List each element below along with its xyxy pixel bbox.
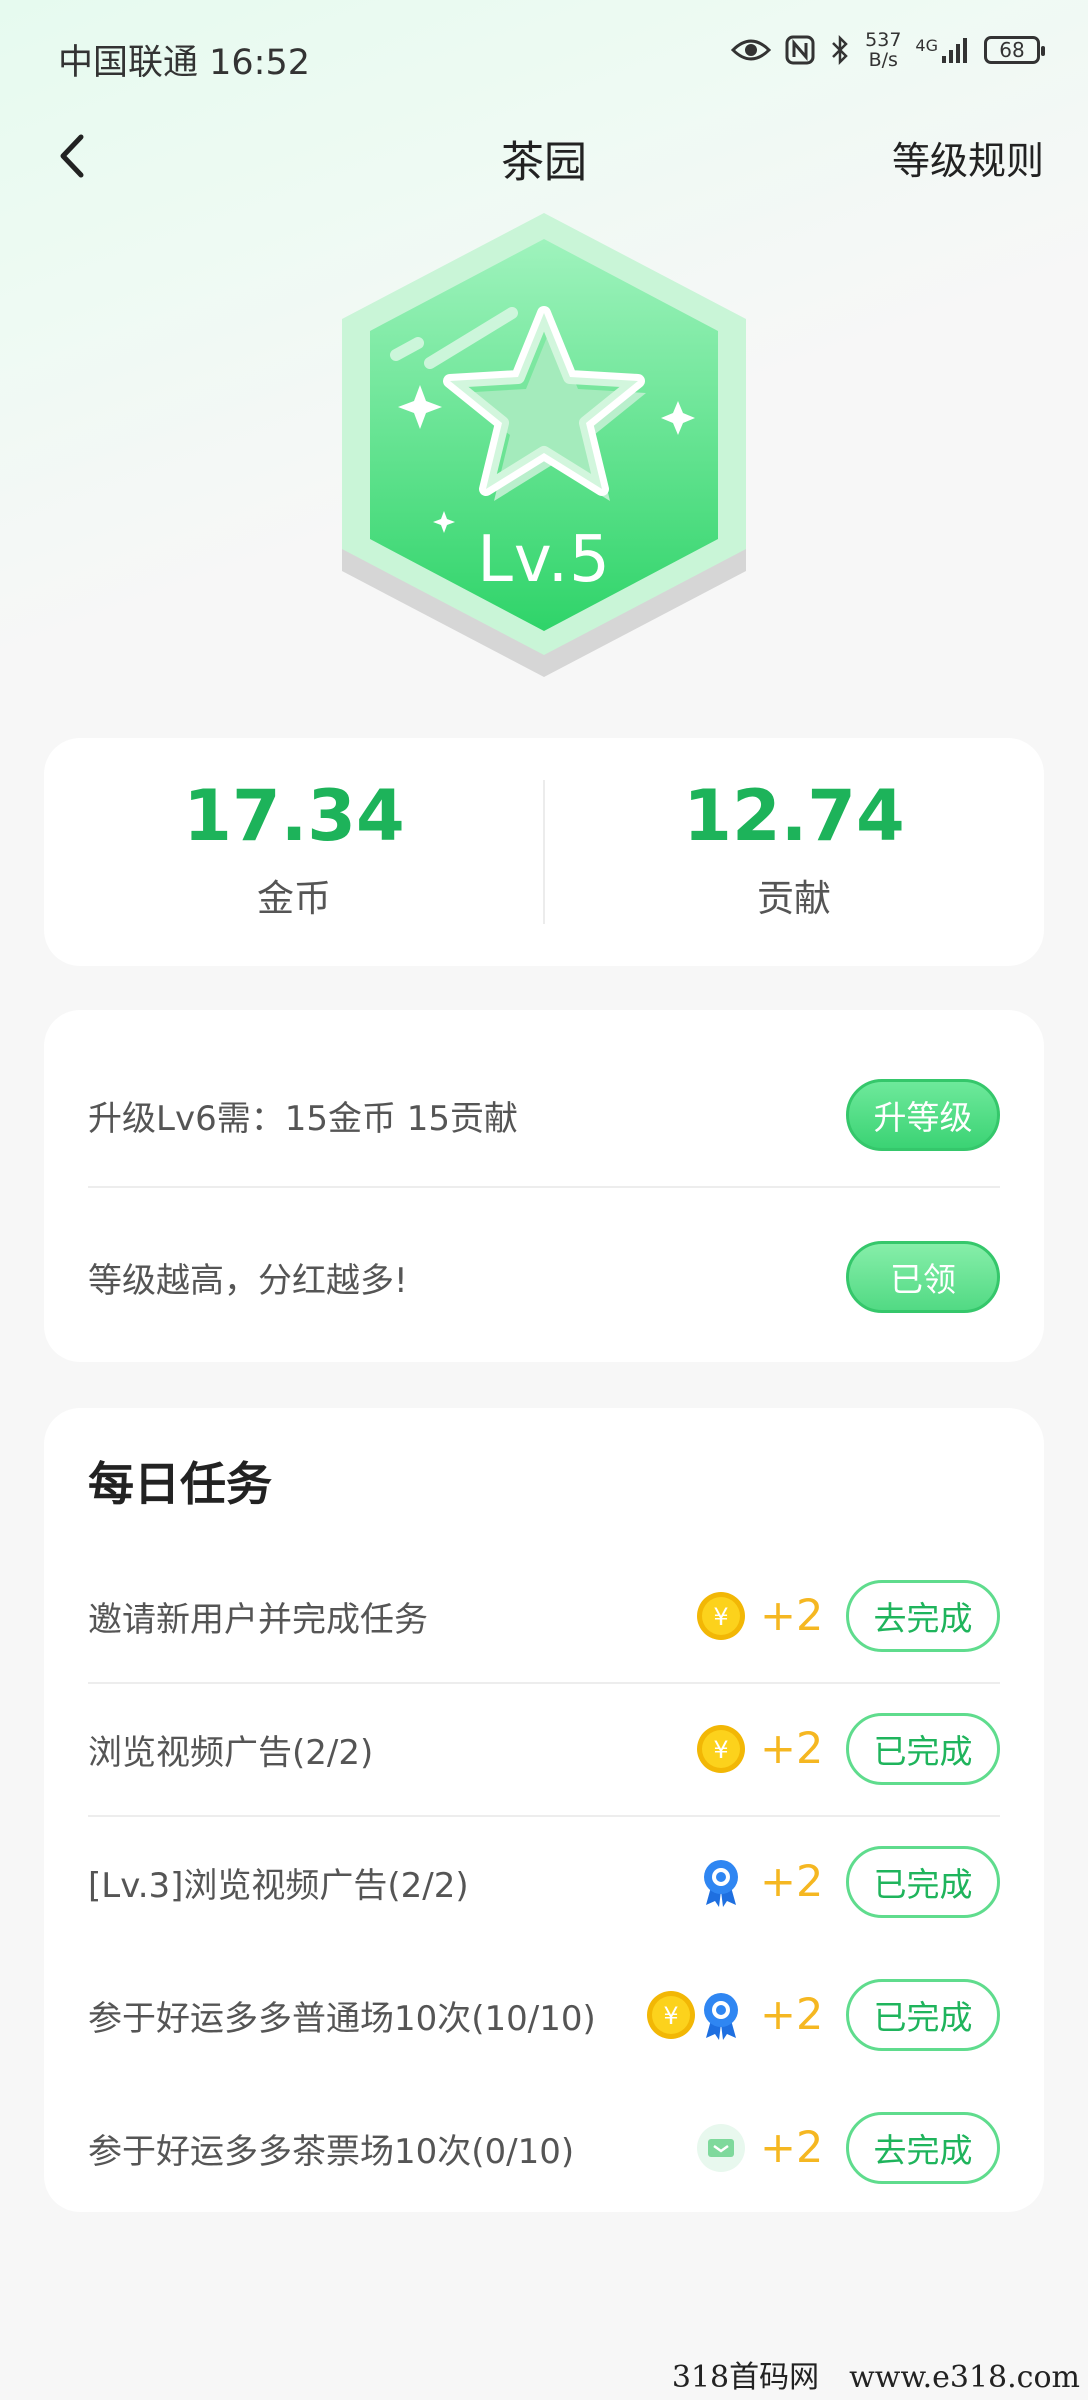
status-icons: 537 B/s 4G 68 bbox=[731, 30, 1045, 70]
bluetooth-icon bbox=[829, 34, 851, 66]
task-name: 浏览视频广告(2/2) bbox=[88, 1732, 374, 1773]
reward-amount: +2 bbox=[760, 1857, 824, 1907]
task-name: [Lv.3]浏览视频广告(2/2) bbox=[88, 1865, 469, 1906]
watermark: 318首码网 www.e318.com bbox=[671, 2360, 1080, 2395]
claimed-button[interactable]: 已领 bbox=[846, 1241, 1000, 1313]
completed-button[interactable]: 已完成 bbox=[846, 1979, 1000, 2051]
divider bbox=[88, 1186, 1000, 1188]
go-complete-button[interactable]: 去完成 bbox=[846, 2112, 1000, 2184]
task-name: 参于好运多多茶票场10次(0/10) bbox=[88, 2131, 575, 2172]
svg-text:¥: ¥ bbox=[713, 1603, 728, 1631]
bonus-row: 等级越高，分红越多! 已领 bbox=[88, 1197, 1000, 1357]
nfc-icon bbox=[785, 35, 815, 65]
star-badge-icon bbox=[342, 213, 746, 677]
task-row: [Lv.3]浏览视频广告(2/2) +2 已完成 bbox=[88, 1816, 1000, 1948]
task-reward: ¥ +2 bbox=[646, 1990, 824, 2040]
task-reward: +2 bbox=[696, 2123, 824, 2173]
contribution-value: 12.74 bbox=[683, 775, 905, 857]
upgrade-row: 升级Lv6需：15金币 15贡献 升等级 bbox=[88, 1035, 1000, 1195]
signal-icon: 4G bbox=[915, 36, 970, 64]
task-reward: +2 bbox=[696, 1857, 824, 1907]
coins-label: 金币 bbox=[257, 877, 331, 920]
task-name: 参于好运多多普通场10次(10/10) bbox=[88, 1998, 596, 2039]
level-rules-link[interactable]: 等级规则 bbox=[892, 130, 1044, 185]
status-bar: 中国联通 16:52 537 B/s 4G 68 bbox=[0, 0, 1088, 110]
contribution-label: 贡献 bbox=[757, 877, 831, 920]
task-row: 参于好运多多普通场10次(10/10) ¥ +2 已完成 bbox=[88, 1949, 1000, 2081]
level-label: Lv.5 bbox=[477, 523, 611, 597]
task-reward: ¥ +2 bbox=[696, 1724, 824, 1774]
task-row: 邀请新用户并完成任务 ¥ +2 去完成 bbox=[88, 1550, 1000, 1682]
completed-button[interactable]: 已完成 bbox=[846, 1713, 1000, 1785]
nav-bar: 茶园 等级规则 bbox=[0, 110, 1088, 200]
upgrade-card: 升级Lv6需：15金币 15贡献 升等级 等级越高，分红越多! 已领 bbox=[44, 1010, 1044, 1362]
net-speed-value: 537 bbox=[865, 29, 902, 51]
reward-amount: +2 bbox=[760, 1990, 824, 2040]
net-speed: 537 B/s bbox=[865, 30, 901, 70]
battery-icon: 68 bbox=[984, 36, 1045, 64]
svg-text:¥: ¥ bbox=[713, 1736, 728, 1764]
medal-icon bbox=[696, 1990, 746, 2040]
task-row: 浏览视频广告(2/2) ¥ +2 已完成 bbox=[88, 1683, 1000, 1815]
daily-tasks-card: 每日任务 邀请新用户并完成任务 ¥ +2 去完成 浏览视频广告(2/2) ¥ +… bbox=[44, 1408, 1044, 2212]
upgrade-button[interactable]: 升等级 bbox=[846, 1079, 1000, 1151]
task-name: 邀请新用户并完成任务 bbox=[88, 1599, 428, 1640]
chevron-left-icon bbox=[60, 134, 84, 178]
carrier-time: 中国联通 16:52 bbox=[58, 43, 310, 83]
task-reward: ¥ +2 bbox=[696, 1591, 824, 1641]
back-button[interactable] bbox=[44, 128, 100, 184]
reward-amount: +2 bbox=[760, 2123, 824, 2173]
eye-icon bbox=[731, 36, 772, 64]
task-row: 参于好运多多茶票场10次(0/10) +2 去完成 bbox=[88, 2082, 1000, 2214]
contribution-stat: 12.74 贡献 bbox=[544, 776, 1044, 922]
stats-card: 17.34 金币 12.74 贡献 bbox=[44, 738, 1044, 966]
coins-value: 17.34 bbox=[183, 775, 405, 857]
network-type: 4G bbox=[915, 36, 938, 55]
bonus-text: 等级越高，分红越多! bbox=[88, 1260, 408, 1301]
coin-icon: ¥ bbox=[646, 1990, 696, 2040]
upgrade-requirement: 升级Lv6需：15金币 15贡献 bbox=[88, 1098, 519, 1139]
level-badge: Lv.5 bbox=[334, 205, 754, 695]
coin-icon: ¥ bbox=[696, 1591, 746, 1641]
reward-amount: +2 bbox=[760, 1724, 824, 1774]
coins-stat: 17.34 金币 bbox=[44, 776, 544, 922]
completed-button[interactable]: 已完成 bbox=[846, 1846, 1000, 1918]
battery-level: 68 bbox=[999, 38, 1025, 62]
reward-amount: +2 bbox=[760, 1591, 824, 1641]
net-speed-unit: B/s bbox=[868, 49, 898, 71]
medal-icon bbox=[696, 1857, 746, 1907]
ticket-icon bbox=[696, 2123, 746, 2173]
svg-text:¥: ¥ bbox=[663, 2002, 678, 2030]
coin-icon: ¥ bbox=[696, 1724, 746, 1774]
go-complete-button[interactable]: 去完成 bbox=[846, 1580, 1000, 1652]
tasks-title: 每日任务 bbox=[88, 1457, 272, 1511]
